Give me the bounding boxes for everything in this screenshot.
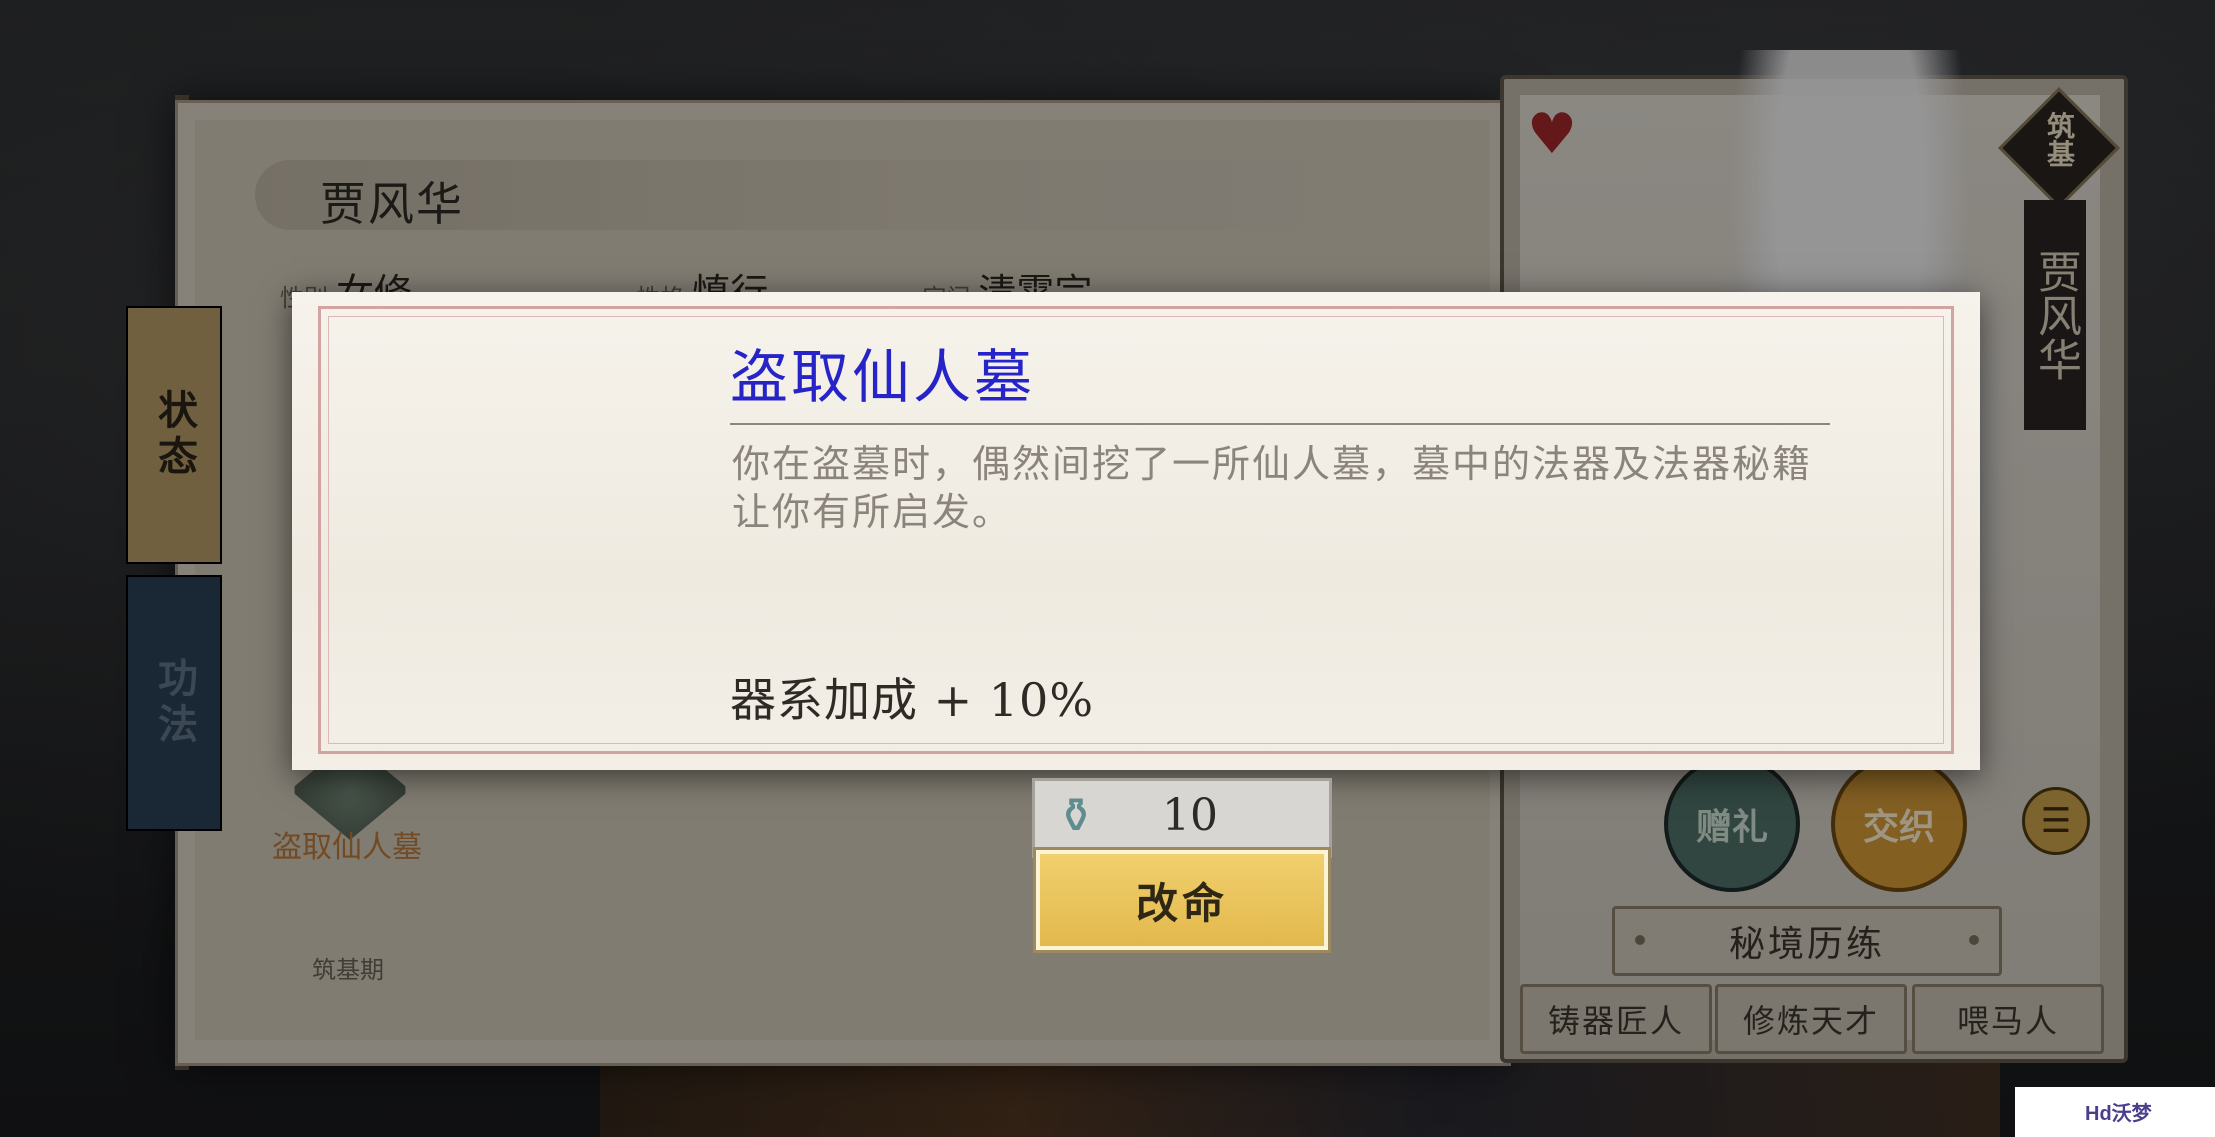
dialog-effect: 器系加成 + 10% [730, 673, 1095, 727]
cost-value: 10 [1162, 790, 1218, 841]
dialog-divider [730, 423, 1830, 425]
potion-icon: ⚱ [1055, 788, 1097, 844]
watermark-logo: Hd沃梦 [2015, 1087, 2215, 1137]
reform-button[interactable]: 改命 [1033, 847, 1331, 953]
dialog-description: 你在盗墓时，偶然间挖了一所仙人墓，墓中的法器及法器秘籍让你有所启发。 [732, 442, 1813, 534]
dialog-title: 盗取仙人墓 [730, 343, 1036, 411]
watermark-text: Hd沃梦 [2085, 1103, 2152, 1125]
